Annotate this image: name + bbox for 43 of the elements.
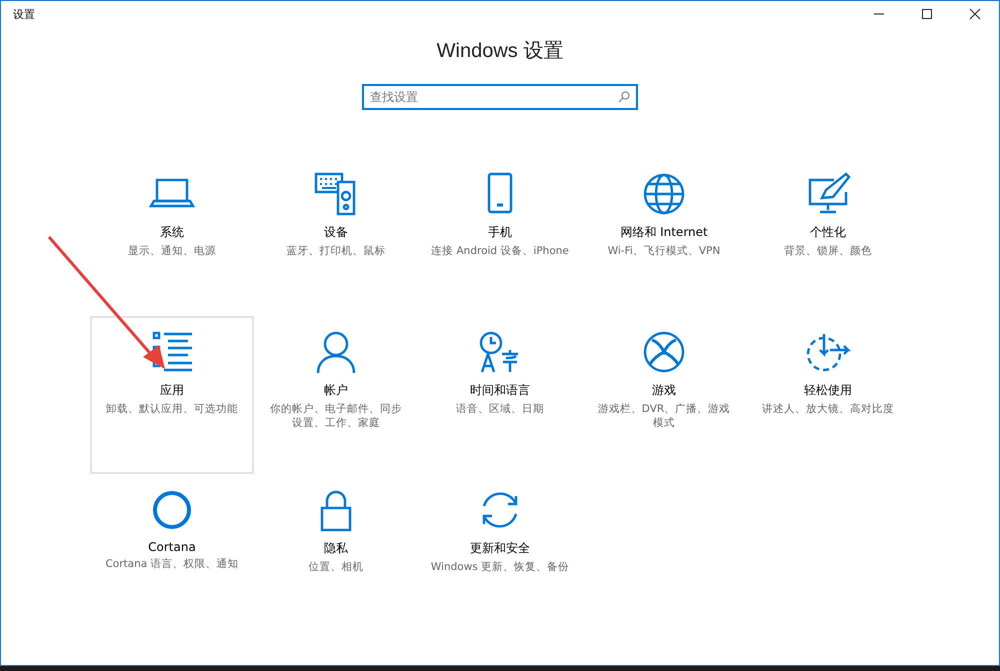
tile-title: 时间和语言 bbox=[470, 382, 530, 399]
search-icon bbox=[618, 91, 630, 103]
settings-tile[interactable]: 设备 蓝牙、打印机、鼠标 bbox=[254, 158, 418, 316]
tile-description: 卸载、默认应用、可选功能 bbox=[105, 402, 239, 416]
tile-title: 系统 bbox=[160, 224, 184, 241]
tile-description: 讲述人、放大镜、高对比度 bbox=[761, 402, 895, 416]
settings-tile[interactable]: 手机 连接 Android 设备、iPhone bbox=[418, 158, 582, 316]
tile-description: 连接 Android 设备、iPhone bbox=[430, 244, 570, 258]
tile-title: 手机 bbox=[488, 224, 512, 241]
settings-tile[interactable]: 应用 卸载、默认应用、可选功能 bbox=[90, 316, 254, 474]
tile-description: 显示、通知、电源 bbox=[127, 244, 217, 258]
page-heading: Windows 设置 bbox=[436, 39, 564, 64]
settings-tile[interactable]: 个性化 背景、锁屏、颜色 bbox=[746, 158, 910, 316]
tile-description: 语音、区域、日期 bbox=[455, 402, 545, 416]
tile-title: 网络和 Internet bbox=[620, 224, 708, 241]
tile-description: 位置、相机 bbox=[308, 560, 364, 574]
tile-description: 你的帐户、电子邮件、同步设置、工作、家庭 bbox=[269, 402, 403, 430]
tile-description: 蓝牙、打印机、鼠标 bbox=[286, 244, 386, 258]
search-field[interactable]: 查找设置 bbox=[362, 84, 638, 110]
tile-title: 游戏 bbox=[652, 382, 676, 399]
tile-description: Cortana 语言、权限、通知 bbox=[104, 557, 240, 571]
settings-tile[interactable]: 网络和 Internet Wi-Fi、飞行模式、VPN bbox=[582, 158, 746, 316]
tile-title: 帐户 bbox=[324, 382, 348, 399]
tile-description: Windows 更新、恢复、备份 bbox=[430, 560, 570, 574]
tile-description: 游戏栏、DVR、广播、游戏模式 bbox=[596, 402, 732, 430]
tile-title: 应用 bbox=[160, 382, 184, 399]
settings-tile[interactable]: 时间和语言 语音、区域、日期 bbox=[418, 316, 582, 474]
settings-tile[interactable]: 系统 显示、通知、电源 bbox=[90, 158, 254, 316]
settings-tile[interactable]: 隐私 位置、相机 bbox=[254, 474, 418, 632]
settings-tile[interactable]: 帐户 你的帐户、电子邮件、同步设置、工作、家庭 bbox=[254, 316, 418, 474]
tile-title: 个性化 bbox=[810, 224, 846, 241]
tile-title: 轻松使用 bbox=[804, 382, 852, 399]
tile-description: 背景、锁屏、颜色 bbox=[783, 244, 873, 258]
window-title: 设置 bbox=[13, 6, 35, 22]
tile-description: Wi-Fi、飞行模式、VPN bbox=[606, 244, 722, 258]
settings-tile[interactable]: 游戏 游戏栏、DVR、广播、游戏模式 bbox=[582, 316, 746, 474]
tile-title: 隐私 bbox=[324, 540, 348, 557]
settings-tile[interactable]: 轻松使用 讲述人、放大镜、高对比度 bbox=[746, 316, 910, 474]
tile-title: Cortana bbox=[148, 540, 196, 554]
settings-tile[interactable]: Cortana Cortana 语言、权限、通知 bbox=[90, 474, 254, 632]
settings-tile[interactable]: 更新和安全 Windows 更新、恢复、备份 bbox=[418, 474, 582, 632]
tile-title: 更新和安全 bbox=[470, 540, 530, 557]
tile-title: 设备 bbox=[324, 224, 348, 241]
